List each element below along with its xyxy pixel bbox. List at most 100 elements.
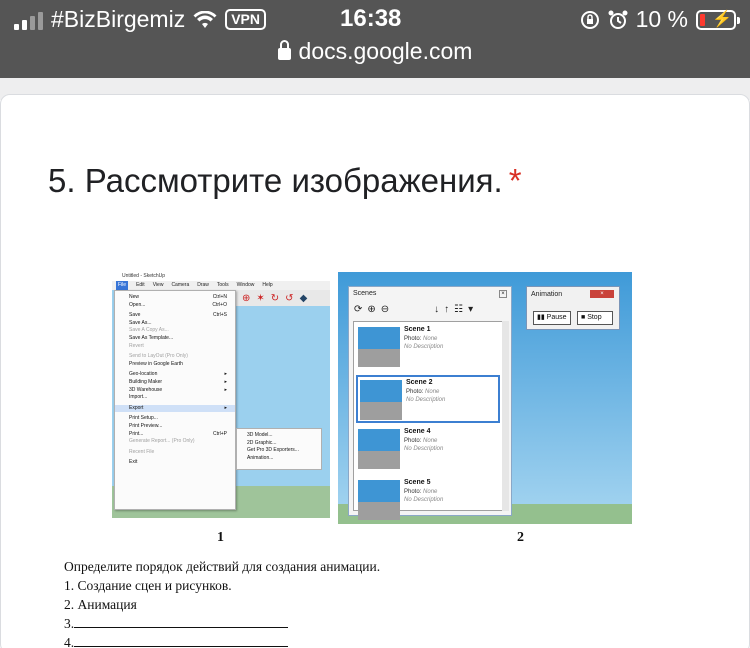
view-options-icon: ☷ [454, 303, 464, 315]
scene-item: Scene 4 Photo: None No Description [356, 426, 500, 474]
sketchup-file-menu-screenshot: Untitled - SketchUp File Edit View Camer… [112, 272, 330, 518]
task-text: Определите порядок действий для создания… [64, 557, 380, 648]
toolbar-icon: ✶ [256, 292, 265, 304]
battery-percent: 10 % [635, 6, 688, 32]
close-icon: × [499, 290, 507, 298]
file-menu-item-label: Save A Copy As... [129, 327, 169, 334]
export-submenu-item: 2D Graphic... [247, 439, 277, 446]
scene-name: Scene 2 [406, 379, 433, 386]
url-bar[interactable]: docs.google.com [0, 38, 750, 65]
scene-thumbnail [358, 429, 400, 469]
task-step-4: 4. [64, 633, 380, 648]
move-up-icon: ↑ [444, 303, 450, 315]
carrier-name: #BizBirgemiz [51, 6, 186, 32]
toolbar-icon: ↻ [270, 292, 280, 304]
scene-meta: Photo: None No Description [404, 437, 443, 453]
file-menu-item: Generate Report... (Pro Only) [115, 438, 235, 446]
scenes-panel: Scenes × ⟳ ⊕ ⊖ ↓ ↑ ☷ ▾ Scene 1 Photo: Non… [348, 286, 512, 520]
window-title: Untitled - SketchUp [112, 272, 330, 281]
wifi-icon [193, 10, 217, 28]
file-menu-item-label: Preview in Google Earth [129, 360, 183, 367]
scenes-list: Scene 1 Photo: None No Description Scene 2 P… [353, 321, 503, 520]
export-submenu: 3D Model... 2D Graphic... Get Pro 3D Expor… [236, 428, 322, 470]
file-menu-item: Preview in Google Earth [115, 361, 235, 369]
refresh-icon: ⟳ [354, 303, 363, 315]
question-image: Untitled - SketchUp File Edit View Camer… [112, 272, 632, 552]
file-menu-item-shortcut: Ctrl+S [212, 312, 227, 319]
task-step-4-label: 4. [64, 635, 75, 648]
scene-meta: Photo: None No Description [406, 388, 445, 404]
task-step-2: 2. Анимация [64, 597, 137, 612]
url-text[interactable]: docs.google.com [299, 38, 473, 64]
clock: 16:38 [340, 5, 402, 32]
figure-caption-1: 1 [217, 530, 224, 545]
export-submenu-item: Get Pro 3D Exporters... [247, 447, 299, 454]
scene-photo-value: None [425, 389, 440, 395]
scene-photo-label: Photo: [404, 438, 422, 444]
menu-view: View [152, 282, 164, 288]
menu-help: Help [262, 282, 273, 288]
menu-window: Window [236, 282, 255, 288]
scene-photo-label: Photo: [404, 489, 422, 495]
answer-blank [74, 634, 289, 647]
file-menu-item-label: Geo-location [129, 371, 158, 378]
lock-icon [277, 40, 291, 60]
figure-caption-2: 2 [517, 530, 524, 545]
task-prompt: Определите порядок действий для создания… [64, 559, 381, 574]
toolbar-icon: ◆ [299, 292, 308, 304]
file-menu-item: Open... Ctrl+O [115, 302, 235, 310]
file-menu-item: Save A Copy As... [115, 327, 235, 335]
scene-name: Scene 5 [404, 479, 431, 486]
details-icon: ▾ [468, 303, 474, 315]
file-menu-item: Save As... [115, 320, 235, 328]
question-title-text: 5. Рассмотрите изображения. [48, 162, 503, 199]
toolbar-icon: ↺ [285, 292, 294, 304]
menu-draw: Draw [197, 282, 209, 288]
file-menu-item-label: Exit [129, 459, 138, 466]
file-menu-item-label: Print Setup... [129, 415, 158, 422]
file-menu-item: Building Maker ▸ [115, 379, 235, 387]
file-menu-item: Save Ctrl+S [115, 312, 235, 320]
move-down-icon: ↓ [434, 303, 440, 315]
scene-photo-value: None [423, 438, 438, 444]
scene-photo-label: Photo: [406, 389, 424, 395]
scene-meta: Photo: None No Description [404, 488, 443, 504]
scene-description: No Description [404, 446, 444, 452]
file-menu-item-label: Send to LayOut (Pro Only) [129, 353, 188, 360]
scene-description: No Description [404, 344, 444, 350]
required-asterisk: * [508, 162, 522, 199]
task-step-3-label: 3. [64, 616, 75, 631]
file-menu-item-shortcut: Ctrl+O [212, 301, 227, 308]
toolbar-icon: ⊕ [242, 292, 251, 304]
file-menu-item: 3D Warehouse ▸ [115, 387, 235, 395]
scene-item: Scene 1 Photo: None No Description [356, 324, 500, 372]
scene-thumbnail [360, 380, 402, 420]
vpn-badge: VPN [225, 9, 267, 30]
battery-icon: ⚡ [696, 9, 740, 30]
file-menu-item-label: Print... [129, 430, 144, 437]
stop-label: Stop [587, 314, 602, 321]
file-menu-item-label: Save [129, 312, 141, 319]
stop-icon: ■ [581, 314, 586, 321]
file-menu-item-label: Open... [129, 301, 146, 308]
scene-name: Scene 1 [404, 326, 431, 333]
answer-blank [74, 615, 289, 628]
scene-item: Scene 5 Photo: None No Description [356, 477, 500, 524]
scene-photo-value: None [423, 489, 438, 495]
file-menu-item: Revert [115, 343, 235, 351]
file-menu-item-label: Recent File [129, 448, 155, 455]
add-scene-icon: ⊕ [367, 303, 376, 315]
remove-scene-icon: ⊖ [380, 303, 390, 315]
status-left: #BizBirgemiz VPN [14, 6, 267, 33]
scrollbar [502, 321, 509, 511]
task-step-3: 3. [64, 614, 380, 633]
file-menu-item-label: Revert [129, 342, 144, 349]
scene-meta: Photo: None No Description [404, 335, 443, 351]
file-menu-item: Geo-location ▸ [115, 371, 235, 379]
file-menu-item-label: New [129, 294, 140, 300]
question-title: 5. Рассмотрите изображения. * [48, 162, 522, 200]
scenes-animation-screenshot: Scenes × ⟳ ⊕ ⊖ ↓ ↑ ☷ ▾ Scene 1 Photo: Non… [338, 272, 632, 524]
menu-camera: Camera [171, 282, 190, 288]
file-menu-item: Send to LayOut (Pro Only) [115, 353, 235, 361]
file-menu-item-shortcut: Ctrl+P [212, 430, 227, 437]
